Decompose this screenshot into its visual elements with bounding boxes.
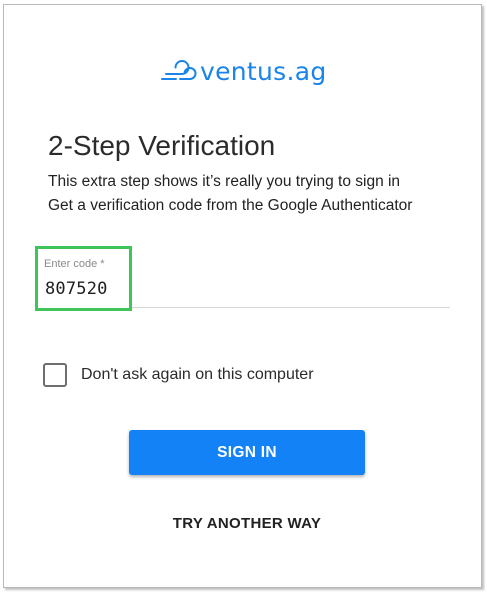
brand-name: ventus.ag: [200, 57, 327, 86]
try-another-way-button[interactable]: TRY ANOTHER WAY: [129, 508, 365, 538]
brand-logo: ventus.ag: [160, 56, 327, 88]
verification-card: ventus.ag 2-Step Verification This extra…: [3, 4, 482, 588]
remember-label[interactable]: Don't ask again on this computer: [81, 366, 314, 384]
code-input[interactable]: [45, 279, 130, 299]
code-field[interactable]: Enter code *: [35, 246, 132, 311]
description-line-1: This extra step shows it’s really you tr…: [48, 173, 401, 190]
page-title: 2-Step Verification: [48, 130, 276, 161]
remember-row[interactable]: Don't ask again on this computer: [43, 363, 314, 387]
wind-icon: [161, 60, 197, 80]
remember-checkbox[interactable]: [43, 363, 67, 387]
sign-in-button[interactable]: SIGN IN: [129, 430, 365, 475]
description-line-2: Get a verification code from the Google …: [48, 197, 413, 214]
code-field-label: Enter code *: [44, 258, 105, 270]
code-field-underline: [129, 307, 450, 308]
